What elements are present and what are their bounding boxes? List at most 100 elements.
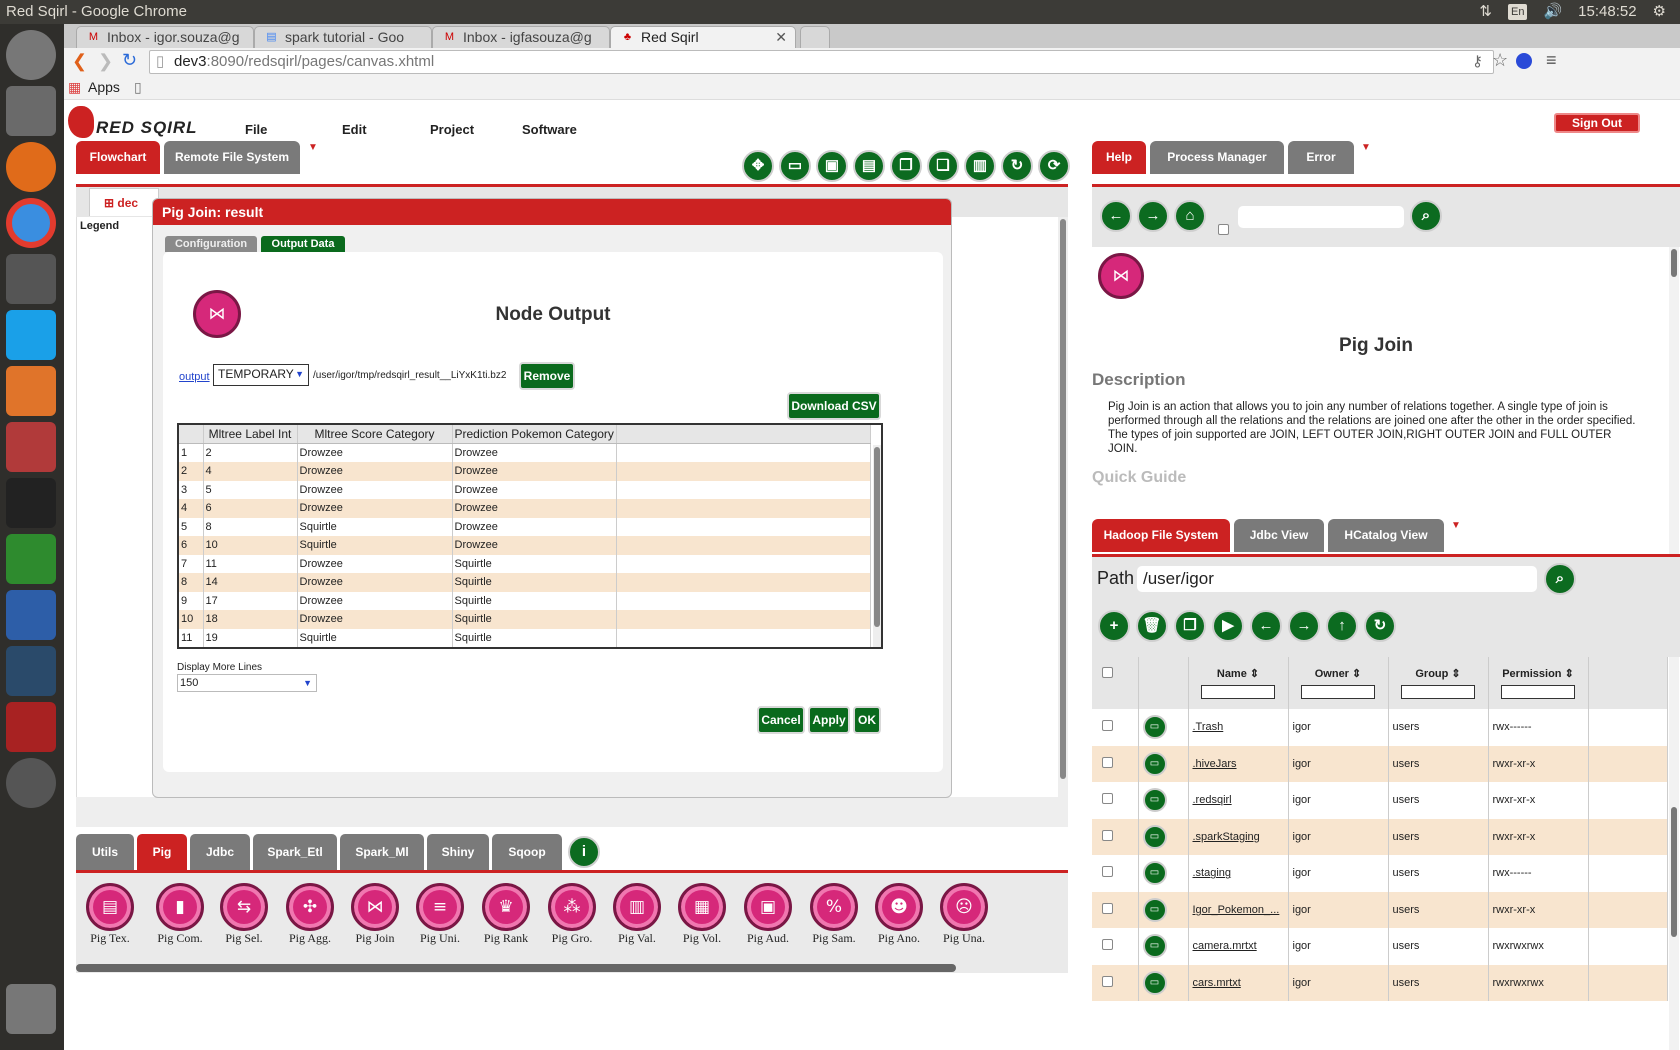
tab-jdbc-view[interactable]: Jdbc View: [1234, 519, 1324, 552]
folder-icon[interactable]: ▭: [1142, 934, 1167, 959]
table-row[interactable]: 7 11 Drowzee Squirtle: [179, 554, 872, 573]
table-row[interactable]: ▭ .sparkStaging igor users rwxr-xr-x: [1092, 818, 1668, 855]
output-link[interactable]: output: [179, 371, 210, 383]
back-icon[interactable]: ❮: [72, 51, 87, 72]
folder-icon[interactable]: ▭: [1142, 861, 1167, 886]
fs-search-icon[interactable]: ⌕: [1544, 563, 1576, 595]
dialog-tab-configuration[interactable]: Configuration: [165, 236, 257, 252]
row-checkbox[interactable]: [1102, 720, 1113, 732]
palette-tab-sqoop[interactable]: Sqoop: [492, 834, 562, 870]
cancel-button[interactable]: Cancel: [757, 706, 805, 734]
legend-label[interactable]: Legend: [80, 220, 119, 232]
node-pig-group[interactable]: ⁂ Pig Gro.: [546, 883, 598, 946]
fs-add-icon[interactable]: +: [1098, 610, 1130, 642]
help-search-input[interactable]: [1238, 206, 1404, 228]
fs-forward-icon[interactable]: →: [1288, 610, 1320, 642]
network-icon[interactable]: ⇅: [1479, 0, 1492, 24]
menu-project[interactable]: Project: [430, 122, 474, 137]
folder-icon[interactable]: ▭: [1142, 897, 1167, 922]
download-csv-button[interactable]: Download CSV: [787, 392, 881, 420]
trash-icon[interactable]: [6, 984, 56, 1034]
node-pig-compress[interactable]: ▮ Pig Com.: [154, 883, 206, 946]
chrome-menu-icon[interactable]: ≡: [1546, 50, 1557, 71]
close-tab-icon[interactable]: ✕: [775, 29, 787, 46]
tab-process-manager[interactable]: Process Manager: [1150, 141, 1284, 174]
node-pig-join[interactable]: ⋈ Pig Join: [349, 883, 401, 946]
node-pig-rank[interactable]: ♛ Pig Rank: [480, 883, 532, 946]
fs-filter-permission[interactable]: [1501, 685, 1575, 699]
row-checkbox[interactable]: [1102, 902, 1113, 914]
ubuntu-dash-icon[interactable]: [6, 30, 56, 80]
palette-tab-spark-etl[interactable]: Spark_Etl: [253, 834, 337, 870]
browser-tab-inbox-2[interactable]: M Inbox - igfasouza@g: [432, 26, 610, 48]
table-row[interactable]: 2 4 Drowzee Drowzee: [179, 462, 872, 481]
row-checkbox[interactable]: [1102, 939, 1113, 951]
fs-header-permission[interactable]: Permission ⇕: [1488, 657, 1589, 709]
fs-delete-icon[interactable]: 🗑: [1136, 610, 1168, 642]
display-more-lines-select[interactable]: 150 ▼: [177, 674, 317, 692]
node-pig-sample[interactable]: % Pig Sam.: [808, 883, 860, 946]
fs-file-name[interactable]: .Trash: [1193, 721, 1224, 733]
table-row[interactable]: ▭ .staging igor users rwx------: [1092, 855, 1668, 892]
node-pig-unanonymise[interactable]: ☹ Pig Una.: [938, 883, 990, 946]
fs-up-icon[interactable]: ↑: [1326, 610, 1358, 642]
help-scrollbar[interactable]: [1669, 247, 1679, 587]
folder-icon[interactable]: ▭: [1142, 715, 1167, 740]
fs-file-name[interactable]: Igor_Pokemon_...: [1193, 904, 1280, 916]
fs-tab-dropdown-icon[interactable]: ▼: [1451, 520, 1461, 531]
apps-grid-icon[interactable]: ▦: [68, 76, 81, 98]
duplicate-icon[interactable]: ❏: [927, 150, 959, 182]
spreadsheet-icon[interactable]: [6, 534, 56, 584]
fs-file-name[interactable]: .sparkStaging: [1193, 831, 1260, 843]
table-row[interactable]: ▭ .hiveJars igor users rwxr-xr-x: [1092, 745, 1668, 782]
row-checkbox[interactable]: [1102, 829, 1113, 841]
fs-filter-group[interactable]: [1401, 685, 1475, 699]
canvas-scrollbar[interactable]: [1058, 217, 1068, 797]
forward-icon[interactable]: ❯: [98, 51, 113, 72]
run-icon[interactable]: ⟳: [1038, 150, 1070, 182]
software-center-icon[interactable]: [6, 366, 56, 416]
tab-error[interactable]: Error: [1288, 141, 1354, 174]
palette-tab-pig[interactable]: Pig: [137, 834, 187, 870]
tab-help[interactable]: Help: [1092, 141, 1146, 174]
node-pig-anonymise[interactable]: ☻ Pig Ano.: [873, 883, 925, 946]
reload-icon[interactable]: ↻: [122, 50, 137, 71]
extension-icon[interactable]: [1516, 53, 1532, 69]
fs-file-name[interactable]: cars.mrtxt: [1193, 977, 1241, 989]
folder-icon[interactable]: ▭: [1142, 788, 1167, 813]
bookmark-star-icon[interactable]: ☆: [1492, 50, 1508, 71]
node-pig-union[interactable]: ≡ Pig Uni.: [414, 883, 466, 946]
fs-header-name[interactable]: Name ⇕: [1188, 657, 1289, 709]
table-row[interactable]: ▭ .Trash igor users rwx------: [1092, 709, 1668, 746]
info-icon[interactable]: i: [568, 836, 600, 868]
help-search-icon[interactable]: ⌕: [1410, 200, 1442, 232]
document-icon[interactable]: [6, 590, 56, 640]
system-settings-icon[interactable]: [6, 86, 56, 136]
node-pig-audit[interactable]: ▣ Pig Aud.: [742, 883, 794, 946]
node-pig-select[interactable]: ⇆ Pig Sel.: [218, 883, 270, 946]
remove-button[interactable]: Remove: [519, 362, 575, 390]
address-bar[interactable]: ▯ dev3:8090/redsqirl/pages/canvas.xhtml: [149, 50, 1494, 74]
terminal-icon[interactable]: [6, 702, 56, 752]
open-icon[interactable]: ▭: [779, 150, 811, 182]
clock[interactable]: 15:48:52: [1578, 0, 1636, 24]
table-row[interactable]: 4 6 Drowzee Drowzee: [179, 499, 872, 518]
table-row[interactable]: 3 5 Drowzee Drowzee: [179, 480, 872, 499]
table-row[interactable]: ▭ Igor_Pokemon_... igor users rwxr-xr-x: [1092, 891, 1668, 928]
refresh-icon[interactable]: ↻: [1001, 150, 1033, 182]
help-back-icon[interactable]: ←: [1100, 200, 1132, 232]
bookmark-page-icon[interactable]: ▯: [134, 76, 142, 98]
output-type-select[interactable]: TEMPORARY ▼: [213, 364, 309, 386]
browser-tab-redsqirl[interactable]: ♣ Red Sqirl ✕: [610, 26, 796, 48]
node-pig-text[interactable]: ▤ Pig Tex.: [84, 883, 136, 946]
palette-tab-utils[interactable]: Utils: [76, 834, 134, 870]
fs-file-name[interactable]: .redsqirl: [1193, 794, 1232, 806]
table-row[interactable]: 1 2 Drowzee Drowzee: [179, 443, 872, 462]
tab-hadoop-file-system[interactable]: Hadoop File System: [1092, 519, 1230, 552]
tab-hcatalog-view[interactable]: HCatalog View: [1328, 519, 1444, 552]
fs-file-name[interactable]: .hiveJars: [1193, 758, 1237, 770]
fs-select-all-header[interactable]: [1092, 657, 1139, 709]
row-checkbox[interactable]: [1102, 866, 1113, 878]
menu-software[interactable]: Software: [522, 122, 577, 137]
help-checkbox[interactable]: [1218, 224, 1229, 238]
